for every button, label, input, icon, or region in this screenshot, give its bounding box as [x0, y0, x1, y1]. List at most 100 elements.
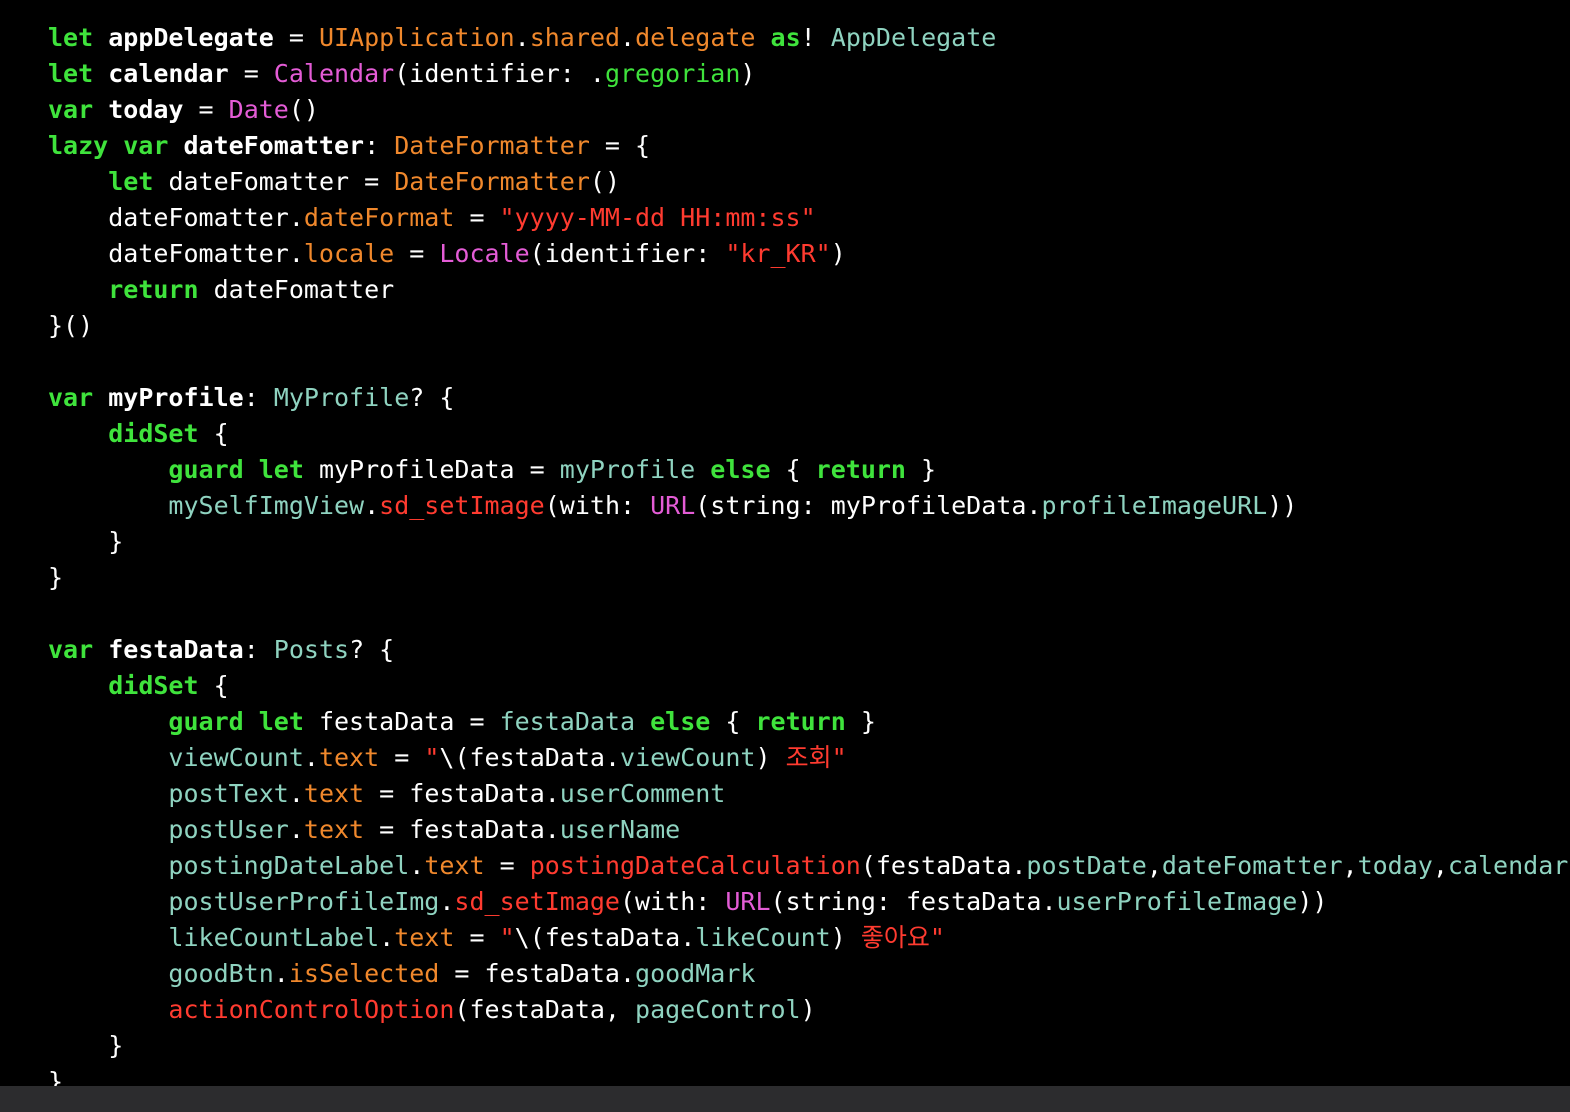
- property-token: myProfile: [559, 455, 696, 484]
- text-token: .: [620, 23, 636, 52]
- text-token: (with:: [620, 887, 726, 916]
- type-token: delegate: [635, 23, 756, 52]
- member-token: locale: [303, 239, 395, 268]
- declaration-token: calendar: [108, 59, 229, 88]
- property-token: goodBtn: [168, 959, 274, 988]
- text-token: :: [243, 383, 274, 412]
- text-token: (): [288, 95, 319, 124]
- text-token: dateFomatter: [213, 275, 395, 304]
- text-token: \(festaData.: [514, 923, 696, 952]
- declaration-token: today: [108, 95, 184, 124]
- text-token: (string: festaData.: [770, 887, 1057, 916]
- text-token: ,: [1432, 851, 1448, 880]
- code-line: dateFomatter.dateFormat = "yyyy-MM-dd HH…: [48, 200, 1570, 236]
- keyword-token: guard let: [168, 707, 319, 736]
- text-token: .: [379, 923, 395, 952]
- code-line: likeCountLabel.text = "\(festaData.likeC…: [48, 920, 1570, 956]
- keyword-token: else: [710, 455, 771, 484]
- keyword-token: as: [770, 23, 801, 52]
- text-token: }: [48, 1031, 124, 1060]
- code-line: let calendar = Calendar(identifier: .gre…: [48, 56, 1570, 92]
- text-token: ? {: [349, 635, 395, 664]
- text-token: dateFomatter.: [48, 239, 304, 268]
- keyword-token: return: [815, 455, 906, 484]
- status-bar: [0, 1086, 1570, 1112]
- text-token: ? {: [409, 383, 455, 412]
- code-line: viewCount.text = "\(festaData.viewCount)…: [48, 740, 1570, 776]
- type-token: DateFormatter: [394, 131, 590, 160]
- text-token: dateFomatter.: [48, 203, 304, 232]
- code-line: lazy var dateFomatter: DateFormatter = {: [48, 128, 1570, 164]
- property-token: today: [1357, 851, 1433, 880]
- type-token: UIApplication: [318, 23, 515, 52]
- property-token: userName: [559, 815, 681, 844]
- text-token: .: [514, 23, 530, 52]
- text-token: (with:: [544, 491, 651, 520]
- code-line: return dateFomatter: [48, 272, 1570, 308]
- text-token: ): [800, 995, 816, 1024]
- text-token: \(festaData.: [439, 743, 621, 772]
- property-token: likeCount: [695, 923, 831, 952]
- property-token: AppDelegate: [830, 23, 997, 52]
- code-line: postText.text = festaData.userComment: [48, 776, 1570, 812]
- code-line: didSet {: [48, 416, 1570, 452]
- text-token: !: [800, 23, 831, 52]
- text-token: =: [484, 851, 530, 880]
- text-token: .: [288, 815, 304, 844]
- code-line: postUser.text = festaData.userName: [48, 812, 1570, 848]
- string-token: "yyyy-MM-dd HH:mm:ss": [499, 203, 816, 232]
- text-token: festaData =: [318, 707, 500, 736]
- text-token: =: [273, 23, 319, 52]
- text-token: ,: [1342, 851, 1358, 880]
- code-line: var today = Date(): [48, 92, 1570, 128]
- class-token: Locale: [439, 239, 530, 268]
- code-line: actionControlOption(festaData, pageContr…: [48, 992, 1570, 1028]
- method-token: sd_setImage: [379, 491, 545, 520]
- keyword-token: didSet: [108, 671, 199, 700]
- class-token: Date: [228, 95, 289, 124]
- text-token: .: [409, 851, 425, 880]
- text-token: .: [303, 743, 319, 772]
- text-token: =: [394, 239, 440, 268]
- text-token: {: [710, 707, 756, 736]
- code-line: goodBtn.isSelected = festaData.goodMark: [48, 956, 1570, 992]
- property-token: viewCount: [620, 743, 756, 772]
- member-token: dateFormat: [303, 203, 455, 232]
- text-token: }: [845, 707, 876, 736]
- string-token: "kr_KR": [725, 239, 831, 268]
- member-token: isSelected: [288, 959, 440, 988]
- property-token: Posts: [273, 635, 350, 664]
- type-token: DateFormatter: [394, 167, 590, 196]
- property-token: postUser: [168, 815, 289, 844]
- keyword-token: var: [48, 95, 109, 124]
- code-line: }(): [48, 308, 1570, 344]
- text-token: (): [589, 167, 620, 196]
- keyword-token: guard let: [168, 455, 319, 484]
- text-token: myProfileData =: [318, 455, 560, 484]
- property-token: MyProfile: [273, 383, 410, 412]
- property-token: postText: [168, 779, 289, 808]
- text-token: ): [740, 59, 756, 88]
- text-token: .: [273, 959, 289, 988]
- text-token: = {: [589, 131, 651, 160]
- text-token: }(): [48, 311, 94, 340]
- declaration-token: festaData: [108, 635, 244, 664]
- keyword-token: var: [48, 383, 109, 412]
- code-editor[interactable]: let appDelegate = UIApplication.shared.d…: [0, 0, 1570, 1086]
- keyword-token: return: [755, 707, 846, 736]
- code-line: let appDelegate = UIApplication.shared.d…: [48, 20, 1570, 56]
- text-token: =: [454, 923, 500, 952]
- text-token: ): [755, 743, 786, 772]
- code-line: }: [48, 1064, 1570, 1086]
- member-token: text: [318, 743, 380, 772]
- method-token: postingDateCalculation: [529, 851, 861, 880]
- keyword-token: didSet: [108, 419, 199, 448]
- keyword-token: return: [108, 275, 214, 304]
- code-line: dateFomatter.locale = Locale(identifier:…: [48, 236, 1570, 272]
